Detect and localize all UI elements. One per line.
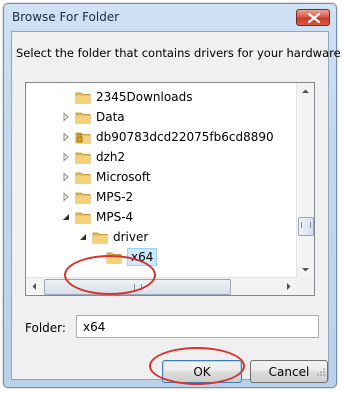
tree-expander-none [92,252,102,262]
scroll-down-arrow-icon[interactable] [297,261,314,278]
tree-item-label: driver [113,230,149,244]
expand-arrow-icon[interactable] [61,172,71,182]
folder-label: Folder: [25,321,66,335]
instruction-text: Select the folder that contains drivers … [16,46,342,60]
browse-for-folder-dialog: Browse For Folder Select the folder that… [3,3,342,388]
folder-icon [75,92,91,104]
scroll-left-arrow-icon[interactable] [26,278,43,295]
horizontal-scroll-thumb[interactable] [44,279,231,295]
expand-arrow-icon[interactable] [61,192,71,202]
folder-tree-viewport: 2345Downloads Data db90783dcd22075fb6cd8… [26,83,297,278]
resize-grip-icon[interactable] [316,367,326,377]
tree-item-label: dzh2 [96,150,126,164]
folder-icon [92,232,108,244]
vertical-scroll-thumb[interactable] [298,217,314,236]
collapse-arrow-icon[interactable] [78,232,88,242]
tree-item[interactable]: 2345Downloads [61,87,192,107]
tree-item[interactable]: driver [78,227,148,247]
tree-item[interactable]: db90783dcd22075fb6cd8890 [61,127,274,147]
tree-item-label: Data [96,110,125,124]
folder-icon [75,152,91,164]
scrollbar-corner [296,277,314,295]
expand-arrow-icon[interactable] [61,132,71,142]
tree-item[interactable]: Data [61,107,125,127]
title-bar[interactable]: Browse For Folder [4,4,336,30]
horizontal-scrollbar[interactable] [26,277,297,295]
ok-button[interactable]: OK [162,360,242,383]
close-icon [308,13,320,23]
tree-item-label: x64 [127,248,158,266]
folder-tree[interactable]: 2345Downloads Data db90783dcd22075fb6cd8… [25,82,315,296]
scroll-right-arrow-icon[interactable] [280,278,297,295]
scroll-up-arrow-icon[interactable] [297,83,314,100]
folder-icon [75,192,91,204]
vertical-scrollbar[interactable] [296,83,314,278]
folder-icon [75,212,91,224]
dialog-body: Select the folder that contains drivers … [11,31,342,383]
tree-item-label: 2345Downloads [96,90,193,104]
collapse-arrow-icon[interactable] [61,212,71,222]
folder-icon [75,172,91,184]
close-button[interactable] [296,9,330,26]
window-title: Browse For Folder [12,10,120,24]
locked-folder-icon [75,132,91,144]
tree-item-label: Microsoft [96,170,151,184]
folder-input[interactable] [76,315,319,338]
folder-icon [75,112,91,124]
tree-item-selected[interactable]: x64 [92,247,158,267]
folder-icon [106,252,122,264]
tree-item[interactable]: Microsoft [61,167,151,187]
scroll-grip-icon [301,222,311,228]
tree-item-label: MPS-4 [96,210,134,224]
expand-arrow-icon[interactable] [61,152,71,162]
tree-expander-none [61,92,71,102]
tree-item[interactable]: dzh2 [61,147,125,167]
tree-item[interactable]: MPS-4 [61,207,133,227]
tree-item-label: MPS-2 [96,190,134,204]
expand-arrow-icon[interactable] [61,112,71,122]
scroll-grip-icon [133,284,142,290]
tree-item-label: db90783dcd22075fb6cd8890 [96,130,274,144]
tree-item[interactable]: MPS-2 [61,187,133,207]
